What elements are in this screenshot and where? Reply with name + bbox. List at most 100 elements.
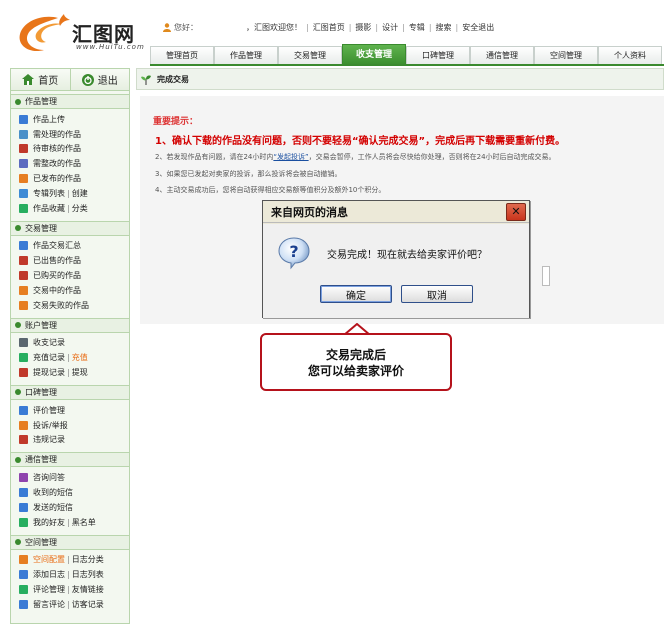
sidebar-item-sublink[interactable]: 提现 xyxy=(72,367,88,378)
user-icon xyxy=(163,22,171,32)
sidebar-item-link[interactable]: 咨询问答 xyxy=(33,472,65,483)
separator: | xyxy=(67,570,70,580)
sidebar-item-link[interactable]: 我的好友 xyxy=(33,517,65,528)
sidebar-groups: 作品管理 作品上传 需处理的作品 待审核的作品 需整改的作品 已发布的作品 专辑列表 | 创建作… xyxy=(11,94,129,614)
breadcrumb: 完成交易 xyxy=(136,68,664,90)
sidebar-item-link[interactable]: 待审核的作品 xyxy=(33,143,81,154)
dialog-title: 来自网页的消息 xyxy=(271,205,348,219)
review-icon xyxy=(19,144,28,154)
sidebar-item-link[interactable]: 留言评论 xyxy=(33,599,65,610)
link-search[interactable]: 搜索 xyxy=(436,22,452,33)
qa-icon xyxy=(19,473,28,483)
tab-works[interactable]: 作品管理 xyxy=(214,46,278,64)
sidebar-item-link[interactable]: 发送的短信 xyxy=(33,502,73,513)
sidebar-item: 评论管理 | 友情链接 xyxy=(19,582,129,597)
record-icon xyxy=(19,338,28,348)
sidebar-item: 评价管理 xyxy=(19,403,129,418)
sidebar-item-sublink[interactable]: 分类 xyxy=(72,203,88,214)
sidebar-item: 已发布的作品 xyxy=(19,171,129,186)
sidebar-item: 提现记录 | 提现 xyxy=(19,365,129,380)
logout-button[interactable]: 退出 xyxy=(70,69,129,90)
sidebar-item-link[interactable]: 已购买的作品 xyxy=(33,270,81,281)
sidebar-item-link[interactable]: 空间配置 xyxy=(33,554,65,565)
sidebar-item-link[interactable]: 添加日志 xyxy=(33,569,65,580)
sidebar-item: 违规记录 xyxy=(19,433,129,448)
sidebar-group-title: 交易管理 xyxy=(11,220,129,236)
sidebar-item: 我的好友 | 黑名单 xyxy=(19,515,129,530)
site-logo[interactable]: 汇图网 www.HuiTu.com xyxy=(14,12,144,56)
tab-finance[interactable]: 收支管理 xyxy=(342,44,406,64)
link-logout[interactable]: 安全退出 xyxy=(462,22,494,33)
logo-swirl-icon xyxy=(19,14,70,52)
tab-space[interactable]: 空间管理 xyxy=(534,46,598,64)
sidebar-item: 需整改的作品 xyxy=(19,156,129,171)
sidebar-item: 作品上传 xyxy=(19,112,129,127)
welcome-text: ，汇图欢迎您！ xyxy=(246,22,302,32)
sidebar-item-sublink[interactable]: 日志列表 xyxy=(72,569,104,580)
sidebar-item: 待审核的作品 xyxy=(19,142,129,157)
sidebar-item-sublink[interactable]: 日志分类 xyxy=(72,554,104,565)
link-album[interactable]: 专辑 xyxy=(409,22,425,33)
sidebar-group-label: 通信管理 xyxy=(25,455,57,465)
sidebar-item-link[interactable]: 交易失败的作品 xyxy=(33,300,89,311)
complaint-link[interactable]: “发起投诉” xyxy=(273,153,308,161)
hidden-input-edge xyxy=(542,266,550,286)
sidebar-item-link[interactable]: 提现记录 xyxy=(33,367,65,378)
sidebar-item-link[interactable]: 充值记录 xyxy=(33,352,65,363)
tab-messages[interactable]: 通信管理 xyxy=(470,46,534,64)
sidebar-item-sublink[interactable]: 创建 xyxy=(72,188,88,199)
tab-admin-home[interactable]: 管理首页 xyxy=(150,46,214,64)
sidebar-item-sublink[interactable]: 充值 xyxy=(72,352,88,363)
tab-reputation[interactable]: 口碑管理 xyxy=(406,46,470,64)
sidebar-item-link[interactable]: 作品交易汇总 xyxy=(33,240,81,251)
sidebar-item-sublink[interactable]: 访客记录 xyxy=(72,599,104,610)
link-design[interactable]: 设计 xyxy=(382,22,398,33)
link-home[interactable]: 汇图首页 xyxy=(313,22,345,33)
dialog-titlebar[interactable]: 来自网页的消息 ✕ xyxy=(263,201,529,223)
cancel-button[interactable]: 取消 xyxy=(401,285,473,303)
dialog-close-button[interactable]: ✕ xyxy=(506,202,526,221)
sidebar-item-link[interactable]: 收到的短信 xyxy=(33,487,73,498)
sidebar-item-link[interactable]: 评价管理 xyxy=(33,405,65,416)
summary-icon xyxy=(19,241,28,251)
top-links-bar: 您好： ，汇图欢迎您！ | 汇图首页 | 摄影 | 设计 | 专辑 | 搜索 |… xyxy=(163,21,494,33)
tab-trade[interactable]: 交易管理 xyxy=(278,46,342,64)
sidebar-item-link[interactable]: 已出售的作品 xyxy=(33,255,81,266)
separator: | xyxy=(67,585,70,595)
tip-2-rest: ，交易会暂停，工作人员将会尽快给你处理，否则将在24小时后自动完成交易。 xyxy=(308,153,556,161)
home-button[interactable]: 首页 xyxy=(11,69,71,90)
pending-icon xyxy=(19,129,28,139)
callout-line-1: 交易完成后 xyxy=(325,348,386,362)
tip-2: 2、若发现作品有问题，请在24小时内“发起投诉”，交易会暂停，工作人员将会尽快给… xyxy=(155,152,556,162)
site-header: 汇图网 www.HuiTu.com 您好： ，汇图欢迎您！ | 汇图首页 | 摄… xyxy=(0,0,664,66)
link-photo[interactable]: 摄影 xyxy=(355,22,371,33)
sidebar-group-items: 作品上传需处理的作品 待审核的作品 需整改的作品 已发布的作品 专辑列表 | 创建作品收藏 |… xyxy=(11,109,129,218)
inbox-icon xyxy=(19,488,28,498)
sidebar-group-title: 账户管理 xyxy=(11,317,129,333)
bullet-icon xyxy=(15,539,21,546)
sidebar-item-link[interactable]: 作品上传 xyxy=(33,114,65,125)
sidebar-item-link[interactable]: 评论管理 xyxy=(33,584,65,595)
sidebar-item-sublink[interactable]: 黑名单 xyxy=(72,517,96,528)
sidebar-item-link[interactable]: 已发布的作品 xyxy=(33,173,81,184)
separator: | xyxy=(67,203,70,213)
sidebar-item-link[interactable]: 收支记录 xyxy=(33,337,65,348)
sidebar-item: 交易中的作品 xyxy=(19,283,129,298)
sidebar-item-link[interactable]: 违规记录 xyxy=(33,434,65,445)
sidebar-group-title: 通信管理 xyxy=(11,452,129,468)
failed-icon xyxy=(19,300,28,310)
sidebar-item-link[interactable]: 投诉/举报 xyxy=(33,420,68,431)
ok-button[interactable]: 确定 xyxy=(320,285,392,303)
sidebar-item: 作品收藏 | 分类 xyxy=(19,201,129,216)
sidebar-group-items: 评价管理投诉/举报违规记录 xyxy=(11,400,129,449)
sidebar-item-sublink[interactable]: 友情链接 xyxy=(72,584,104,595)
tab-profile[interactable]: 个人资料 xyxy=(598,46,662,64)
sidebar-item-link[interactable]: 需整改的作品 xyxy=(33,158,81,169)
sidebar-item-link[interactable]: 交易中的作品 xyxy=(33,285,81,296)
album-icon xyxy=(19,188,28,198)
sidebar-item-link[interactable]: 作品收藏 xyxy=(33,203,65,214)
sidebar-item-link[interactable]: 专辑列表 xyxy=(33,188,65,199)
sidebar-item-link[interactable]: 需处理的作品 xyxy=(33,129,81,140)
violation-icon xyxy=(19,435,28,445)
sidebar: 首页 退出 作品管理 作品上传 需处理的作品 待审核的作品 需整改的作品 已发布的作品 专辑… xyxy=(10,68,130,624)
